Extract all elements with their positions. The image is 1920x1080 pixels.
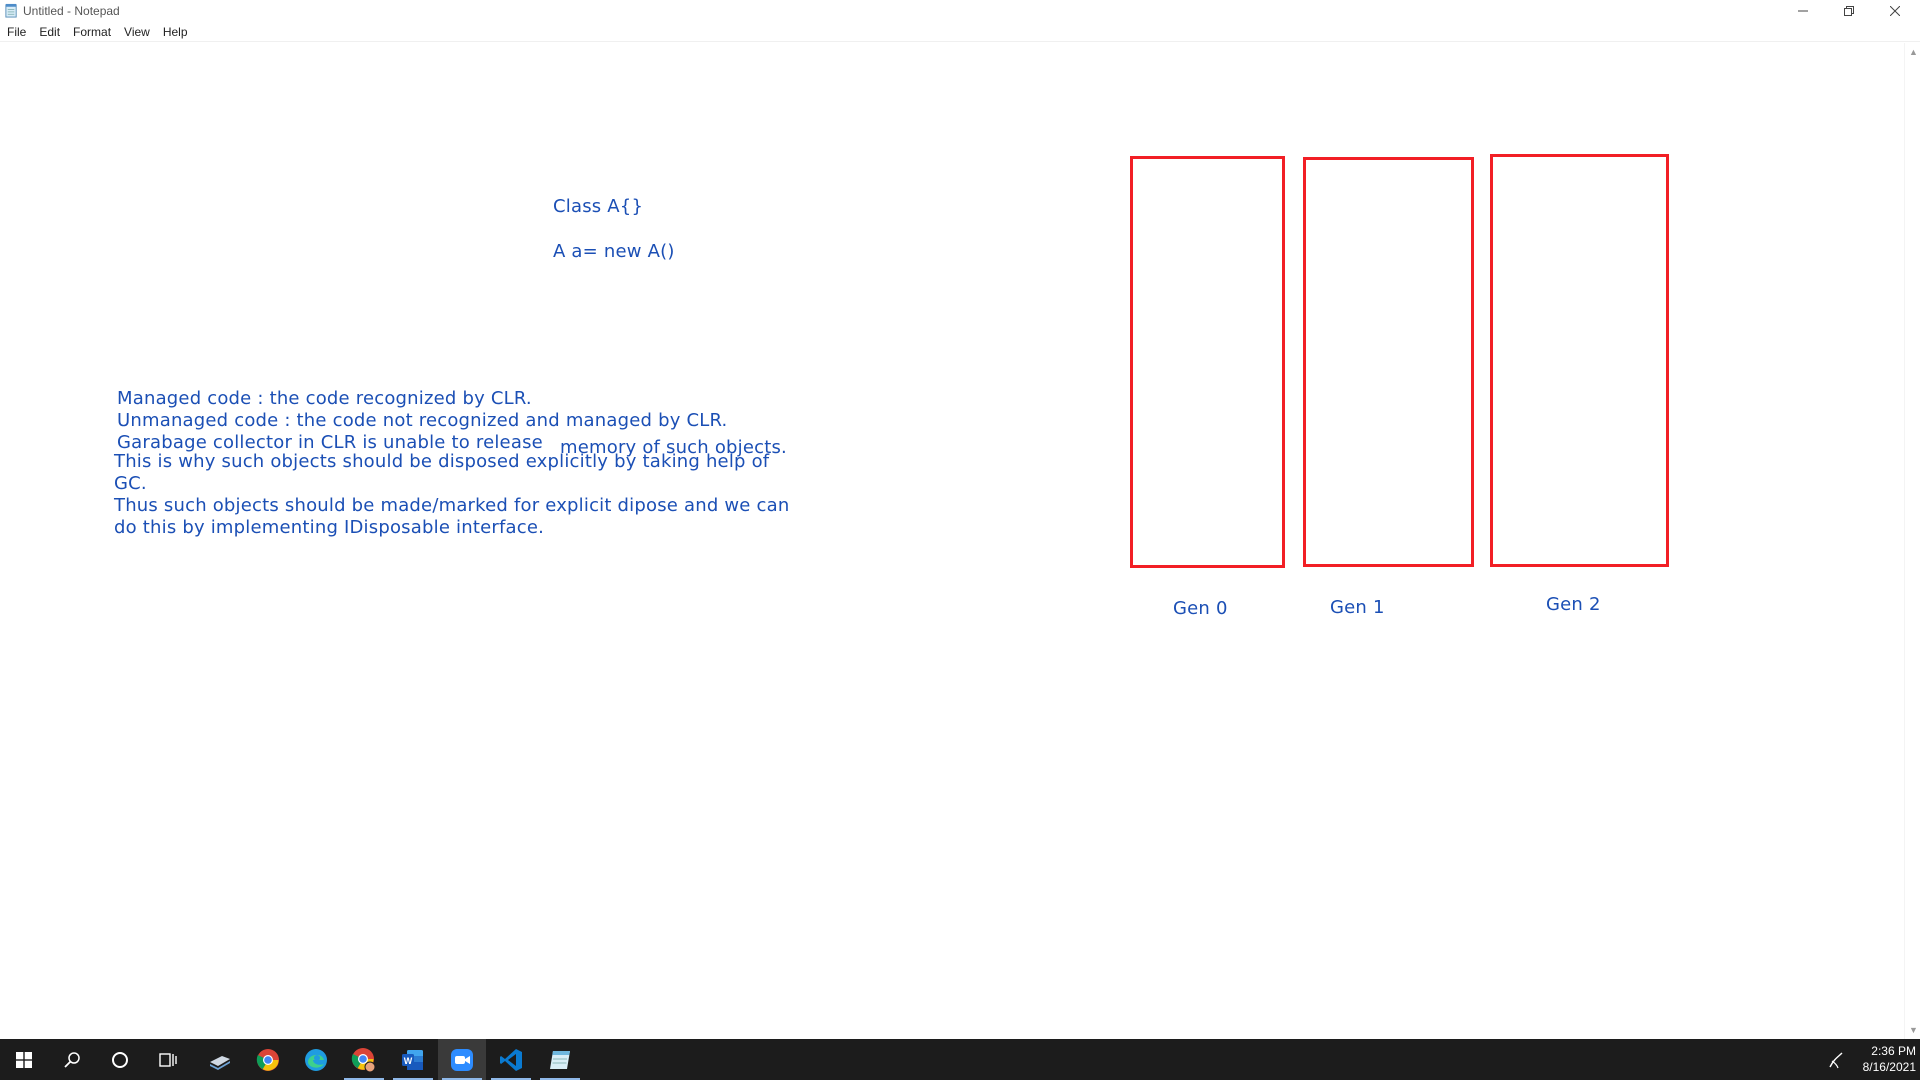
zoom-icon[interactable] — [438, 1039, 486, 1080]
gen-1-box — [1303, 157, 1474, 567]
gen-2-label: Gen 2 — [1546, 594, 1601, 615]
menu-bar: File Edit Format View Help — [0, 22, 1920, 42]
close-icon — [1890, 6, 1900, 16]
edge-icon[interactable] — [292, 1039, 340, 1080]
vertical-scrollbar[interactable]: ▲ ▼ — [1904, 43, 1920, 1039]
cortana-icon[interactable] — [96, 1039, 144, 1080]
menu-edit[interactable]: Edit — [32, 22, 66, 42]
menu-help[interactable]: Help — [156, 22, 194, 42]
close-button[interactable] — [1872, 0, 1918, 22]
instantiation-text: A a= new A() — [553, 241, 675, 262]
managed-code-note: Managed code : the code recognized by CL… — [117, 388, 532, 409]
explicit-dispose-note: Thus such objects should be made/marked … — [114, 495, 790, 516]
gen-1-label: Gen 1 — [1330, 597, 1385, 618]
dispose-note: This is why such objects should be dispo… — [114, 451, 770, 472]
taskbar: W 2:36 PM 8/16/2021 — [0, 1039, 1920, 1080]
gen-2-box — [1490, 154, 1669, 567]
clock-time: 2:36 PM — [1871, 1044, 1916, 1058]
unmanaged-code-note: Unmanaged code : the code not recognized… — [117, 410, 728, 431]
gen-0-box — [1130, 156, 1285, 568]
chrome-icon[interactable] — [244, 1039, 292, 1080]
menu-view[interactable]: View — [117, 22, 156, 42]
menu-file[interactable]: File — [0, 22, 32, 42]
notepad-app-icon — [5, 3, 17, 18]
scroll-up-icon[interactable]: ▲ — [1909, 48, 1918, 57]
gc-note-part1: Garabage collector in CLR is unable to r… — [117, 432, 543, 453]
scroll-down-icon[interactable]: ▼ — [1909, 1026, 1918, 1035]
search-icon[interactable] — [48, 1039, 96, 1080]
class-declaration-text: Class A{} — [553, 196, 644, 217]
idisposable-note: do this by implementing IDisposable inte… — [114, 517, 545, 538]
pen-workspace-icon[interactable] — [1826, 1049, 1848, 1071]
windows-start-icon[interactable] — [0, 1039, 48, 1080]
notepad-icon[interactable] — [536, 1039, 584, 1080]
system-clock[interactable]: 2:36 PM 8/16/2021 — [1852, 1043, 1916, 1075]
title-bar: Untitled - Notepad — [0, 0, 1920, 22]
vscode-icon[interactable] — [487, 1039, 535, 1080]
minimize-icon — [1798, 10, 1808, 12]
restore-button[interactable] — [1826, 0, 1872, 22]
restore-icon — [1844, 6, 1854, 16]
chrome-profile-icon[interactable] — [340, 1039, 388, 1080]
gen-0-label: Gen 0 — [1173, 598, 1228, 619]
menu-format[interactable]: Format — [66, 22, 117, 42]
gc-text: GC. — [114, 473, 147, 494]
word-icon[interactable]: W — [389, 1039, 437, 1080]
task-view-icon[interactable] — [144, 1039, 192, 1080]
clock-date: 8/16/2021 — [1862, 1060, 1916, 1074]
window-title: Untitled - Notepad — [23, 4, 120, 18]
svg-text:W: W — [404, 1056, 413, 1066]
minimize-button[interactable] — [1780, 0, 1826, 22]
file-explorer-icon[interactable] — [196, 1039, 244, 1080]
